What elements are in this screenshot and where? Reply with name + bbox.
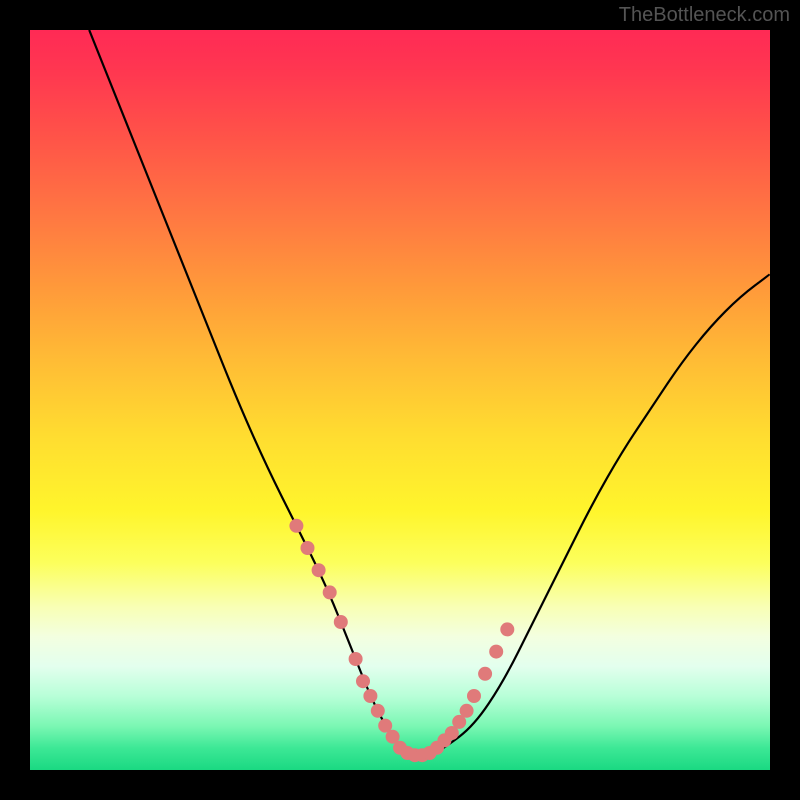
marker-dot — [301, 541, 315, 555]
marker-dot — [334, 615, 348, 629]
marker-dot — [363, 689, 377, 703]
marker-dot — [289, 519, 303, 533]
marker-dot — [356, 674, 370, 688]
marker-dot — [460, 704, 474, 718]
bottleneck-curve-line — [89, 30, 770, 755]
marker-dot — [323, 585, 337, 599]
marker-dot — [312, 563, 326, 577]
plot-area — [30, 30, 770, 770]
marker-dot — [467, 689, 481, 703]
chart-frame: TheBottleneck.com — [0, 0, 800, 800]
marker-dot — [489, 645, 503, 659]
marker-dot — [349, 652, 363, 666]
marker-dot — [478, 667, 492, 681]
bottleneck-curve-svg — [30, 30, 770, 770]
marker-dots-group — [289, 519, 514, 762]
marker-dot — [371, 704, 385, 718]
marker-dot — [500, 622, 514, 636]
watermark-text: TheBottleneck.com — [619, 4, 790, 27]
curve-path-group — [89, 30, 770, 755]
